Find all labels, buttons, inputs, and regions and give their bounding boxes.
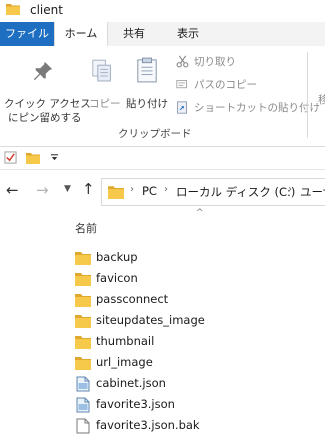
back-arrow-icon[interactable]: ← xyxy=(6,181,19,199)
up-arrow-icon[interactable]: ↑ xyxy=(82,180,95,198)
paste-shortcut-label: ショートカットの貼り付け xyxy=(194,102,320,114)
copy-label: コピー xyxy=(89,98,121,110)
paste-shortcut-icon xyxy=(177,101,187,114)
tab-view[interactable]: 表示 xyxy=(166,22,210,46)
item-name: thumbnail xyxy=(96,334,155,348)
folder-icon xyxy=(75,357,91,370)
tab-share[interactable]: 共有 xyxy=(112,22,156,46)
address-bar[interactable]: › PC › ローカル ディスク (C:) › ユーザ xyxy=(101,178,325,206)
folder-row[interactable]: url_image xyxy=(75,353,325,373)
paste-shortcut-button[interactable]: ショートカットの貼り付け xyxy=(176,100,320,116)
item-name: url_image xyxy=(96,355,153,369)
pin-to-quick-access-button[interactable]: クイック アクセス にピン留めする xyxy=(2,50,91,124)
file-row[interactable]: favorite3.json xyxy=(75,395,325,415)
window-title: client xyxy=(30,3,63,17)
item-name: favorite3.json.bak xyxy=(96,418,200,432)
paste-button[interactable]: 貼り付け xyxy=(124,50,170,122)
new-folder-icon[interactable] xyxy=(26,152,40,164)
ribbon-separator xyxy=(307,52,308,138)
customize-toolbar-dropdown-icon[interactable] xyxy=(50,153,59,162)
file-row[interactable]: cabinet.json xyxy=(75,374,325,394)
copy-path-icon xyxy=(176,80,187,89)
file-row[interactable]: favorite3.json.bak xyxy=(75,416,325,436)
folder-icon xyxy=(75,273,91,286)
folder-icon xyxy=(75,315,91,328)
title-bar: client xyxy=(0,0,325,22)
item-name: cabinet.json xyxy=(96,376,166,390)
copy-icon xyxy=(92,59,111,82)
breadcrumb-users[interactable]: ユーザ xyxy=(300,184,325,200)
pin-label-line2: にピン留めする xyxy=(8,112,82,124)
tab-file[interactable]: ファイル xyxy=(0,22,54,46)
folder-row[interactable]: siteupdates_image xyxy=(75,311,325,331)
clipboard-group-label: クリップボード xyxy=(118,128,192,140)
json-file-icon xyxy=(76,397,90,413)
forward-arrow-icon[interactable]: → xyxy=(36,181,49,199)
copy-path-label: パスのコピー xyxy=(194,79,257,91)
item-name: favorite3.json xyxy=(96,397,175,411)
scissors-icon xyxy=(176,55,189,68)
quick-access-toolbar xyxy=(0,147,325,170)
folder-icon xyxy=(75,294,91,307)
copy-path-button[interactable]: パスのコピー xyxy=(176,77,276,93)
ribbon-next-group-text: 移 xyxy=(318,94,325,106)
properties-check-icon[interactable] xyxy=(4,151,17,164)
file-icon xyxy=(76,418,90,434)
breadcrumb-pc[interactable]: PC xyxy=(142,184,157,198)
folder-row[interactable]: favicon xyxy=(75,269,325,289)
column-header-name[interactable]: 名前 xyxy=(75,220,97,236)
folder-row[interactable]: passconnect xyxy=(75,290,325,310)
json-file-icon xyxy=(76,376,90,392)
clipboard-icon xyxy=(137,57,157,83)
copy-button[interactable]: コピー xyxy=(86,50,121,122)
item-name: backup xyxy=(96,250,138,264)
folder-icon xyxy=(6,4,20,15)
folder-icon xyxy=(108,186,124,199)
folder-icon xyxy=(75,252,91,265)
ribbon-home: クイック アクセス にピン留めする コピー 貼り付け 切り取り パスのコピー シ… xyxy=(0,46,325,147)
chevron-right-icon[interactable]: › xyxy=(130,184,134,195)
recent-locations-chevron-icon[interactable]: ▼ xyxy=(64,184,71,194)
paste-label: 貼り付け xyxy=(126,98,168,110)
cut-button[interactable]: 切り取り xyxy=(176,54,256,70)
item-name: passconnect xyxy=(96,292,169,306)
tab-home[interactable]: ホーム xyxy=(54,22,108,47)
folder-row[interactable]: thumbnail xyxy=(75,332,325,352)
chevron-right-icon[interactable]: › xyxy=(288,184,292,195)
pin-label-line1: クイック アクセス xyxy=(4,98,91,110)
ribbon-tabs: ファイル ホーム 共有 表示 xyxy=(0,22,325,47)
breadcrumb-local-disk[interactable]: ローカル ディスク (C:) xyxy=(176,184,295,200)
folder-icon xyxy=(75,336,91,349)
folder-row[interactable]: backup xyxy=(75,248,325,268)
cut-label: 切り取り xyxy=(194,56,236,68)
item-name: siteupdates_image xyxy=(96,313,205,327)
sort-ascending-icon: ^ xyxy=(196,208,204,218)
chevron-right-icon[interactable]: › xyxy=(164,184,168,195)
pin-icon xyxy=(33,61,53,81)
item-name: favicon xyxy=(96,271,138,285)
